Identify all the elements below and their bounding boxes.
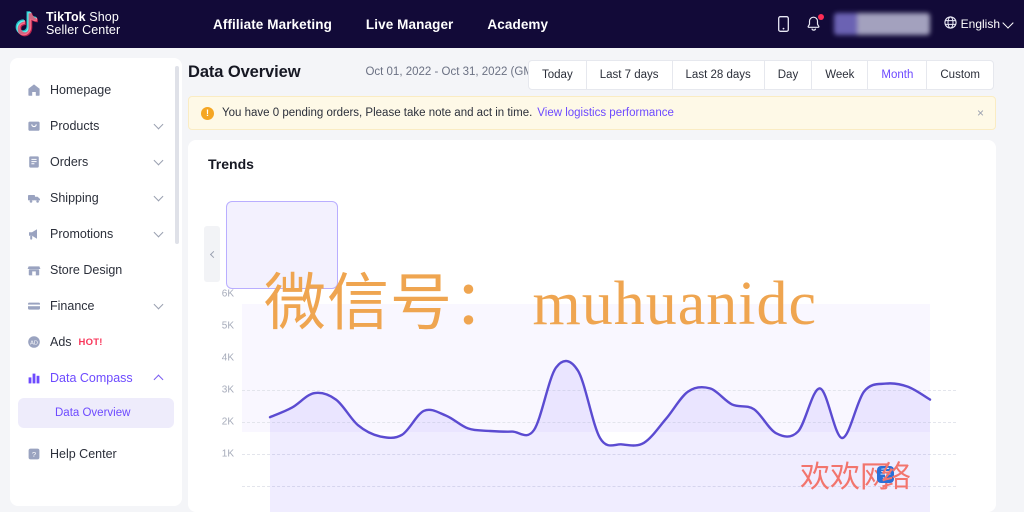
language-selector[interactable]: English [944, 16, 1014, 32]
svg-text:?: ? [31, 450, 35, 459]
receipt-icon [26, 155, 41, 170]
sidebar-item-products[interactable]: Products [18, 108, 174, 144]
range-tab-group: Today Last 7 days Last 28 days Day Week … [528, 60, 994, 90]
ads-icon: AD [26, 335, 41, 350]
sidebar-item-label: Help Center [50, 447, 117, 461]
chevron-down-icon [153, 299, 164, 310]
top-navigation-bar: TikTok Shop Seller Center Affiliate Mark… [0, 0, 1024, 48]
range-tab-month[interactable]: Month [868, 61, 928, 89]
range-tab-custom[interactable]: Custom [927, 61, 993, 89]
sidebar-item-store-design[interactable]: Store Design [18, 252, 174, 288]
storefront-icon [26, 263, 41, 278]
alert-text: You have 0 pending orders, Please take n… [222, 107, 533, 119]
home-icon [26, 83, 41, 98]
nav-item-academy[interactable]: Academy [487, 17, 548, 32]
card-icon [26, 299, 41, 314]
view-logistics-performance-link[interactable]: View logistics performance [537, 107, 674, 119]
brand-logo[interactable]: TikTok Shop Seller Center [15, 10, 165, 38]
trends-panel: Trends 6K 5K 4K 3K 2K 1K [188, 140, 996, 512]
brand-subtitle: Seller Center [46, 23, 121, 37]
sidebar-item-label: Homepage [50, 83, 112, 97]
sidebar-item-label: Finance [50, 299, 95, 313]
range-tab-last-28-days[interactable]: Last 28 days [673, 61, 765, 89]
sidebar-item-label: Promotions [50, 227, 114, 241]
sidebar-item-ads[interactable]: AD Ads HOT! [18, 324, 174, 360]
sidebar-item-label: Store Design [50, 263, 123, 277]
main-nav: Affiliate Marketing Live Manager Academy [213, 17, 548, 32]
trends-chart: 6K 5K 4K 3K 2K 1K [188, 280, 996, 512]
brand-text: TikTok Shop Seller Center [46, 11, 120, 37]
chevron-down-icon [1002, 16, 1014, 29]
close-icon[interactable]: × [977, 107, 984, 119]
sidebar-item-label: Products [50, 119, 100, 133]
bar-chart-icon [26, 371, 41, 386]
sidebar-item-label: Shipping [50, 191, 99, 205]
megaphone-icon [26, 227, 41, 242]
range-tab-today[interactable]: Today [529, 61, 587, 89]
sidebar-item-label: Data Compass [50, 371, 133, 385]
chevron-down-icon [153, 119, 164, 130]
tiktok-note-icon [15, 10, 41, 38]
sidebar-item-label: Ads [50, 335, 72, 349]
truck-icon [26, 191, 41, 206]
nav-item-affiliate-marketing[interactable]: Affiliate Marketing [213, 17, 332, 32]
sidebar-item-data-overview[interactable]: Data Overview [18, 398, 174, 428]
sidebar-item-label: Orders [50, 155, 89, 169]
sidebar-item-orders[interactable]: Orders [18, 144, 174, 180]
svg-text:AD: AD [30, 340, 38, 346]
chevron-down-icon [153, 155, 164, 166]
sidebar-item-help-center[interactable]: ? Help Center [18, 436, 174, 472]
chart-plot [268, 359, 932, 512]
notification-bell-icon[interactable] [804, 14, 824, 34]
mobile-app-icon[interactable] [774, 14, 794, 34]
nav-item-live-manager[interactable]: Live Manager [366, 17, 453, 32]
metric-card-selected[interactable] [226, 201, 338, 289]
box-icon [26, 119, 41, 134]
globe-icon [944, 16, 957, 32]
sidebar-item-promotions[interactable]: Promotions [18, 216, 174, 252]
chevron-down-icon [153, 227, 164, 238]
brand-name-strong: TikTok [46, 10, 86, 24]
user-account-avatar[interactable] [833, 13, 930, 35]
brand-name-light: Shop [85, 10, 119, 24]
warning-icon: ! [201, 106, 214, 120]
help-icon: ? [26, 447, 41, 462]
sidebar: Homepage Products Orders Shipping Promot… [10, 58, 182, 506]
sidebar-item-finance[interactable]: Finance [18, 288, 174, 324]
pending-orders-alert: ! You have 0 pending orders, Please take… [188, 96, 996, 130]
panel-title: Trends [208, 156, 254, 172]
top-right-actions: English [774, 0, 1014, 48]
sidebar-item-homepage[interactable]: Homepage [18, 72, 174, 108]
sidebar-scrollbar[interactable] [175, 66, 179, 244]
language-label: English [960, 17, 1000, 31]
range-tab-day[interactable]: Day [765, 61, 813, 89]
chevron-down-icon [153, 191, 164, 202]
sidebar-item-shipping[interactable]: Shipping [18, 180, 174, 216]
chevron-left-icon[interactable] [204, 226, 220, 282]
main-content: Data Overview Oct 01, 2022 - Oct 31, 202… [188, 48, 1024, 512]
range-tab-last-7-days[interactable]: Last 7 days [587, 61, 673, 89]
page-title: Data Overview [188, 62, 301, 81]
chevron-up-icon [153, 374, 164, 384]
sidebar-item-data-compass[interactable]: Data Compass [18, 360, 174, 396]
notification-dot [817, 14, 824, 20]
hot-badge: HOT! [78, 336, 103, 348]
range-tab-week[interactable]: Week [812, 61, 869, 89]
sidebar-subitem-label: Data Overview [55, 407, 131, 419]
